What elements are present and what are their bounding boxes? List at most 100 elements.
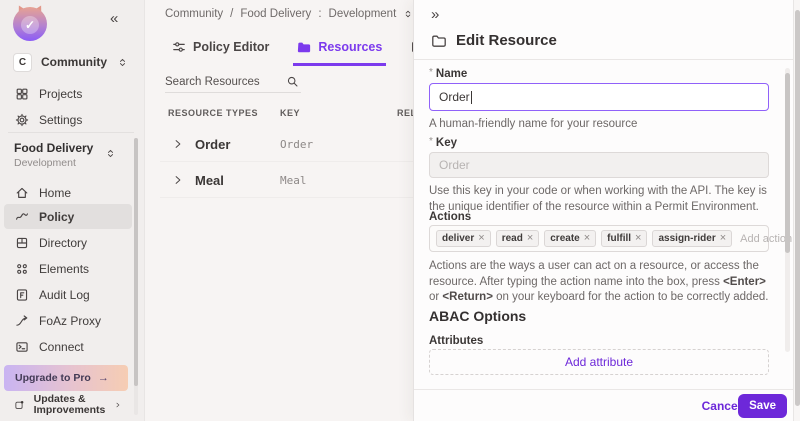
enter-key-text: <Enter> [723, 276, 766, 288]
org-avatar: C [13, 53, 32, 72]
upgrade-label: Upgrade to Pro [15, 372, 91, 384]
name-input[interactable]: Order [429, 83, 769, 111]
drawer-scrollbar[interactable] [785, 68, 790, 352]
sidebar-item-label: Elements [39, 262, 89, 276]
sidebar-item-label: Audit Log [39, 288, 90, 302]
key-label: * Key [429, 137, 457, 149]
sidebar-scrollbar-thumb[interactable] [134, 138, 138, 386]
drawer-scrollbar-thumb[interactable] [785, 73, 790, 253]
action-tag[interactable]: assign-rider× [652, 230, 732, 247]
expand-chevron-icon[interactable] [172, 174, 184, 186]
search-resources [165, 72, 301, 93]
resource-name: Meal [195, 173, 224, 188]
sidebar-divider [8, 132, 134, 133]
folder-icon [297, 40, 311, 54]
key-input-value: Order [439, 158, 470, 172]
home-icon [15, 186, 29, 200]
action-tag[interactable]: read× [496, 230, 540, 247]
page-scrollbar[interactable] [793, 0, 800, 421]
drawer-collapse-icon[interactable]: » [431, 6, 437, 23]
sidebar-item-home[interactable]: Home [4, 180, 132, 205]
breadcrumb-colon: : [318, 8, 321, 20]
return-key-text: <Return> [442, 291, 493, 303]
required-asterisk: * [429, 67, 433, 78]
attributes-label: Attributes [429, 335, 483, 347]
breadcrumb-project[interactable]: Food Delivery [240, 8, 311, 20]
org-selector[interactable]: C Community [6, 49, 136, 75]
resource-name: Order [195, 137, 230, 152]
action-tag[interactable]: deliver× [436, 230, 491, 247]
sidebar-item-updates[interactable]: Updates & Improvements [4, 391, 132, 419]
audit-log-icon [15, 288, 29, 302]
sidebar-item-audit-log[interactable]: Audit Log [4, 282, 132, 307]
sidebar-item-label: Policy [39, 210, 74, 224]
updates-icon [14, 398, 25, 412]
text-cursor [471, 91, 472, 104]
column-header-resource-types: RESOURCE TYPES [168, 108, 258, 118]
org-name: Community [41, 55, 107, 69]
sidebar-item-label: Projects [39, 87, 82, 101]
page-scrollbar-thumb[interactable] [795, 10, 800, 406]
upgrade-to-pro-button[interactable]: Upgrade to Pro → [4, 365, 128, 391]
sidebar-item-connect[interactable]: Connect [4, 334, 132, 359]
logo-check-icon: ✓ [21, 16, 39, 34]
folder-outline-icon [431, 33, 447, 49]
remove-tag-icon[interactable]: × [527, 234, 533, 243]
action-tag[interactable]: create× [544, 230, 596, 247]
sliders-icon [172, 40, 186, 54]
sidebar-item-policy[interactable]: Policy [4, 204, 132, 229]
elements-dots-icon [15, 262, 29, 276]
sidebar: ✓ « C Community Projects Settings Food D… [0, 0, 145, 421]
footer-divider [414, 389, 793, 390]
resource-key: Order [280, 138, 313, 151]
policy-signature-icon [15, 210, 29, 224]
actions-label: Actions [429, 211, 471, 223]
breadcrumb-org[interactable]: Community [165, 8, 223, 20]
drawer-divider [414, 59, 793, 60]
cancel-button[interactable]: Cancel [702, 399, 741, 413]
actions-input[interactable]: deliver× read× create× fulfill× assign-r… [429, 225, 769, 252]
drawer-title-row: Edit Resource [431, 32, 557, 49]
tab-resources[interactable]: Resources [293, 40, 386, 66]
sidebar-item-foaz-proxy[interactable]: FoAz Proxy [4, 308, 132, 333]
sidebar-item-elements[interactable]: Elements [4, 256, 132, 281]
required-asterisk: * [429, 136, 433, 147]
tab-policy-editor[interactable]: Policy Editor [168, 40, 273, 63]
search-input[interactable] [165, 72, 277, 92]
drawer-title: Edit Resource [456, 32, 557, 49]
remove-tag-icon[interactable]: × [584, 234, 590, 243]
remove-tag-icon[interactable]: × [720, 234, 726, 243]
sidebar-collapse-icon[interactable]: « [110, 10, 116, 27]
proxy-arrow-icon [15, 314, 29, 328]
breadcrumb-environment[interactable]: Development [329, 8, 397, 20]
chevron-updown-icon[interactable] [403, 9, 413, 19]
sidebar-item-projects[interactable]: Projects [4, 81, 132, 106]
add-attribute-button[interactable]: Add attribute [429, 349, 769, 375]
sidebar-item-directory[interactable]: Directory [4, 230, 132, 255]
directory-icon [15, 236, 29, 250]
sidebar-item-settings[interactable]: Settings [4, 107, 132, 132]
save-button[interactable]: Save [738, 394, 787, 418]
search-icon[interactable] [286, 75, 299, 88]
sidebar-scrollbar[interactable] [134, 138, 138, 415]
key-helper-text: Use this key in your code or when workin… [429, 184, 775, 215]
action-tag[interactable]: fulfill× [601, 230, 647, 247]
permit-logo: ✓ [13, 7, 47, 41]
name-label: * Name [429, 68, 467, 80]
tab-label: Policy Editor [193, 40, 269, 54]
add-action-placeholder: Add action... [740, 233, 800, 245]
remove-tag-icon[interactable]: × [478, 234, 484, 243]
sidebar-item-label: Settings [39, 113, 82, 127]
name-helper-text: A human-friendly name for your resource [429, 117, 775, 133]
resource-key: Meal [280, 174, 307, 187]
project-selector[interactable]: Food Delivery Development [14, 141, 132, 169]
gear-icon [15, 113, 29, 127]
sidebar-item-label: Directory [39, 236, 87, 250]
remove-tag-icon[interactable]: × [635, 234, 641, 243]
actions-helper-text: Actions are the ways a user can act on a… [429, 259, 775, 306]
arrow-right-icon: → [98, 372, 109, 384]
updates-label: Updates & Improvements [34, 394, 106, 416]
abac-options-heading: ABAC Options [429, 308, 526, 324]
column-header-key: KEY [280, 108, 300, 118]
expand-chevron-icon[interactable] [172, 138, 184, 150]
